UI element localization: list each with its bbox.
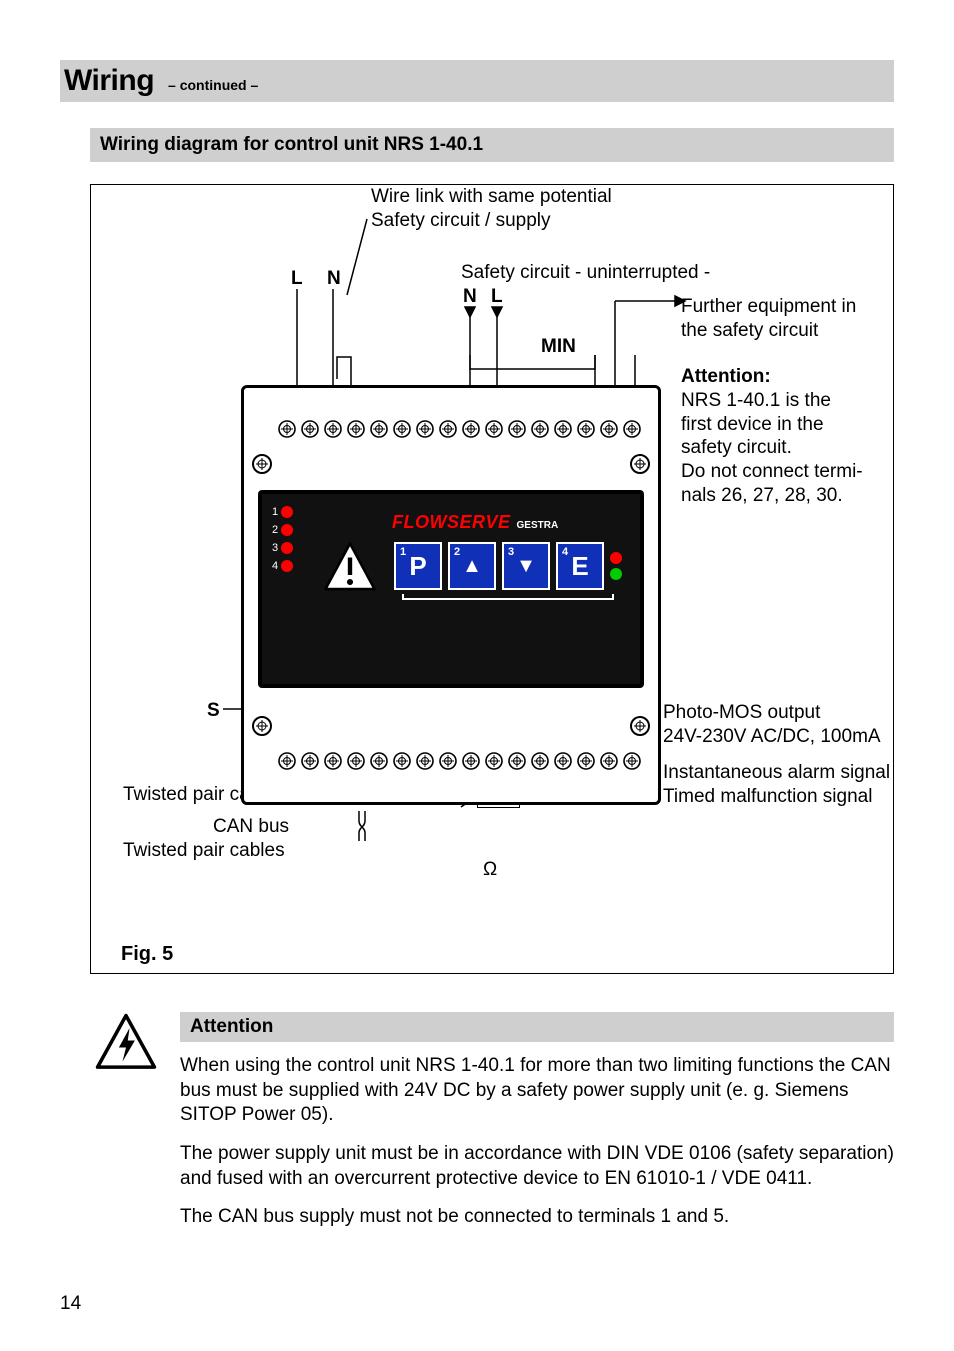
terminal-screw xyxy=(439,752,457,770)
terminal-screw xyxy=(370,752,388,770)
terminal-screw xyxy=(393,752,411,770)
control-unit-device: 1 2 3 4 FLOWSERVEGESTRA 1P 2▲ 3▼ 4E xyxy=(241,385,661,805)
status-leds xyxy=(610,552,622,580)
terminal-screw xyxy=(278,752,296,770)
terminal-screw xyxy=(439,420,457,438)
hazard-icon xyxy=(90,1012,162,1244)
terminal-screw xyxy=(278,420,296,438)
warning-icon xyxy=(322,540,378,596)
screw-icon xyxy=(252,716,272,736)
terminal-screw xyxy=(577,752,595,770)
continued-label: – continued – xyxy=(168,77,258,93)
screw-icon xyxy=(630,716,650,736)
button-E[interactable]: 4E xyxy=(556,542,604,590)
terminal-screw xyxy=(577,420,595,438)
terminal-screw xyxy=(485,752,503,770)
terminal-row-top xyxy=(278,420,641,438)
terminal-screw xyxy=(393,420,411,438)
terminal-screw xyxy=(324,752,342,770)
twisted-pair-icon xyxy=(353,811,371,841)
terminal-screw xyxy=(508,420,526,438)
button-row: 1P 2▲ 3▼ 4E xyxy=(394,542,622,590)
figure-label: Fig. 5 xyxy=(121,942,173,967)
screw-icon xyxy=(252,454,272,474)
subheading: Wiring diagram for control unit NRS 1-40… xyxy=(90,128,894,162)
terminal-screw xyxy=(416,420,434,438)
terminal-screw xyxy=(370,420,388,438)
terminal-screw xyxy=(416,752,434,770)
terminal-screw xyxy=(462,420,480,438)
terminal-screw xyxy=(324,420,342,438)
attention-block: Attention When using the control unit NR… xyxy=(90,1012,894,1244)
page-number: 14 xyxy=(60,1293,81,1315)
terminal-screw xyxy=(485,420,503,438)
terminal-screw xyxy=(508,752,526,770)
attention-p2: The power supply unit must be in accorda… xyxy=(180,1142,894,1191)
led-2: 2 xyxy=(272,524,293,536)
terminal-screw xyxy=(600,752,618,770)
led-3: 3 xyxy=(272,542,293,554)
led-1: 1 xyxy=(272,506,293,518)
button-down[interactable]: 3▼ xyxy=(502,542,550,590)
terminal-row-bottom xyxy=(278,752,641,770)
terminal-screw xyxy=(600,420,618,438)
attention-p1: When using the control unit NRS 1-40.1 f… xyxy=(180,1054,894,1128)
section-title: Wiring xyxy=(64,64,154,98)
device-display: 1 2 3 4 FLOWSERVEGESTRA 1P 2▲ 3▼ 4E xyxy=(258,490,644,688)
wiring-diagram: Wire link with same potential Safety cir… xyxy=(90,184,894,974)
attention-p3: The CAN bus supply must not be connected… xyxy=(180,1205,894,1230)
button-P[interactable]: 1P xyxy=(394,542,442,590)
section-header: Wiring – continued – xyxy=(60,60,894,102)
terminal-screw xyxy=(554,752,572,770)
brand-logo: FLOWSERVEGESTRA xyxy=(392,512,558,533)
terminal-screw xyxy=(531,752,549,770)
terminal-screw xyxy=(462,752,480,770)
terminal-screw xyxy=(347,420,365,438)
terminal-screw xyxy=(301,752,319,770)
terminal-screw xyxy=(347,752,365,770)
terminal-screw xyxy=(531,420,549,438)
attention-heading: Attention xyxy=(180,1012,894,1042)
terminal-screw xyxy=(301,420,319,438)
led-4: 4 xyxy=(272,560,293,572)
terminal-screw xyxy=(623,752,641,770)
terminal-screw xyxy=(554,420,572,438)
terminal-screw xyxy=(623,420,641,438)
button-up[interactable]: 2▲ xyxy=(448,542,496,590)
attention-content: Attention When using the control unit NR… xyxy=(180,1012,894,1244)
screw-icon xyxy=(630,454,650,474)
led-column: 1 2 3 4 xyxy=(272,506,293,572)
